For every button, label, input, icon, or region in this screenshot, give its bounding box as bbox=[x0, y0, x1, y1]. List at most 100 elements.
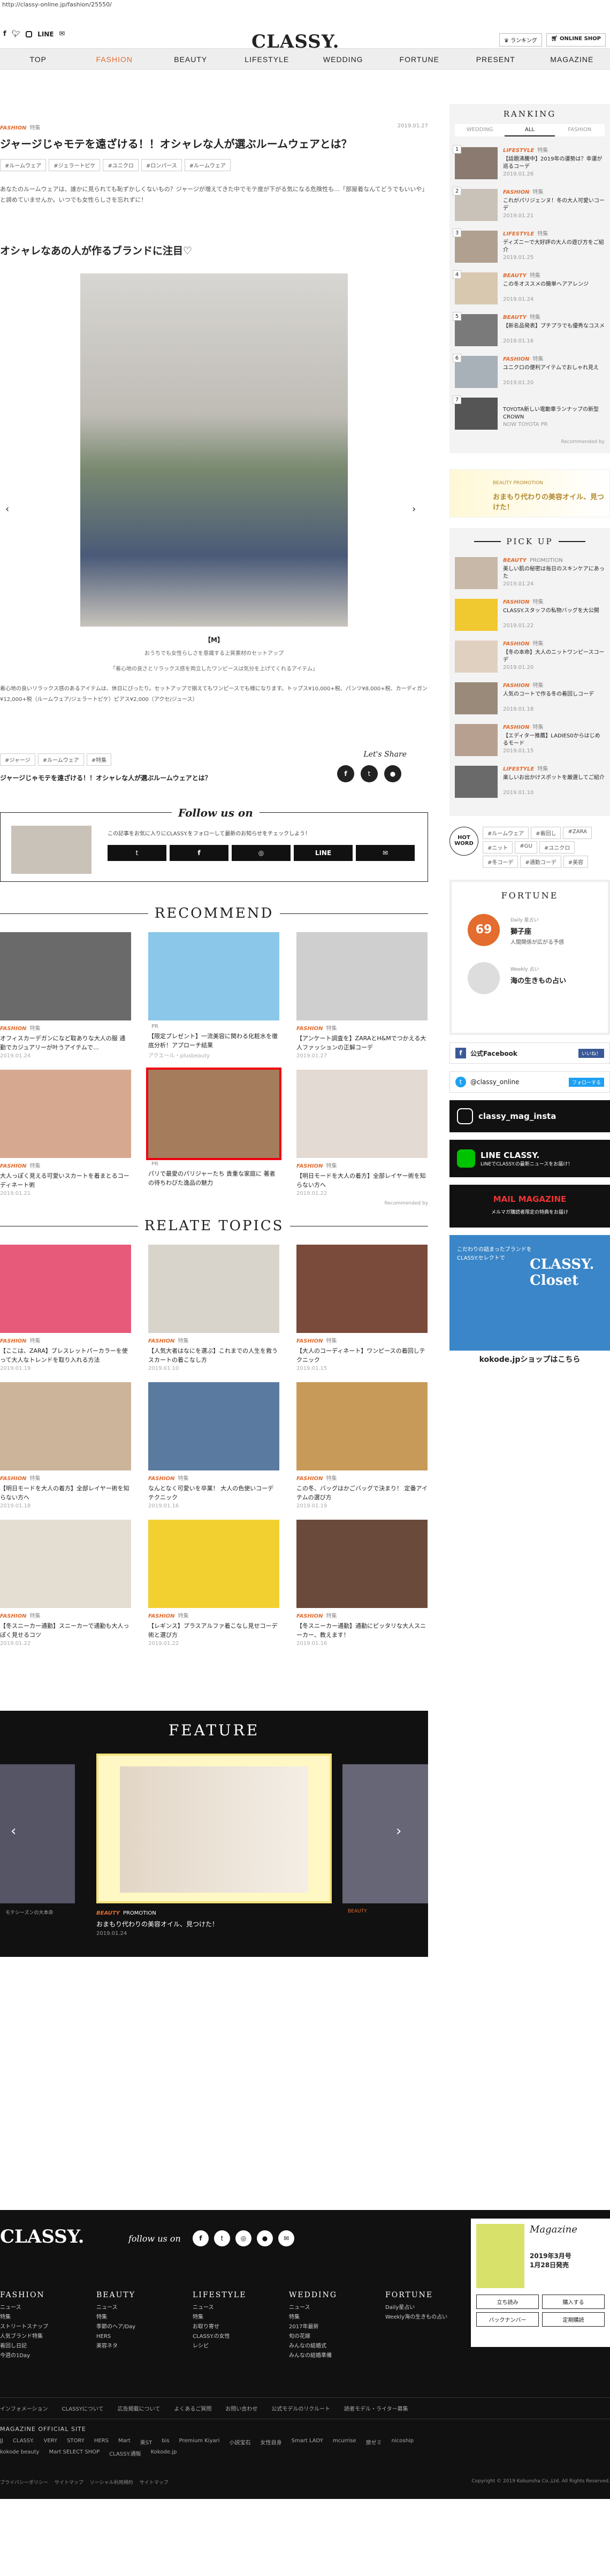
twitter-widget[interactable]: t @classy_online フォローする bbox=[449, 1071, 610, 1093]
card-category[interactable]: FASHION bbox=[0, 1338, 26, 1344]
recommend-card-image[interactable] bbox=[146, 1068, 281, 1160]
official-site-link[interactable]: Smart LADY bbox=[292, 2438, 323, 2446]
pickup-item[interactable]: LIFESTYLE 特集 楽しいお出かけスポットを厳選してご紹介 2019.01.10 bbox=[455, 766, 605, 798]
card-title[interactable]: 【ここは、ZARA】ブレスレットパーカラーを使って大人なトレンドを取り入れる方法 bbox=[0, 1346, 131, 1365]
hot-word-tag[interactable]: #通勤コーデ bbox=[520, 856, 561, 868]
official-site-link[interactable]: nicoship bbox=[392, 2438, 414, 2446]
relate-card[interactable]: FASHION 特集 【人気大者はなにを選ぶ】これまでの人生を救うスカートの着こなし… bbox=[148, 1245, 279, 1371]
relate-card[interactable]: FASHION 特集 【レギンス】プラスアルファ着こなし見せコーデ術と選び方 2019… bbox=[148, 1520, 279, 1647]
footer-logo[interactable]: CLASSY. bbox=[0, 2226, 84, 2247]
card-title[interactable]: 【冬スニーカー通勤】スニーカーで通勤も大人っぽく見せるコツ bbox=[0, 1621, 131, 1640]
slider-prev-arrow-icon[interactable]: ‹ bbox=[5, 504, 9, 515]
slider-next-arrow-icon[interactable]: › bbox=[412, 504, 416, 515]
follow-mail-button[interactable]: ✉ bbox=[356, 845, 415, 861]
tag[interactable]: #ジャージ bbox=[0, 753, 35, 766]
item-title[interactable]: これがパリジェンヌ！冬の大人可愛いコーデ bbox=[503, 197, 605, 212]
footer-link[interactable]: みんなの結婚準備 bbox=[289, 2351, 385, 2361]
tag[interactable]: #ユニクロ bbox=[103, 159, 139, 171]
official-site-link[interactable]: JJ bbox=[0, 2438, 3, 2446]
recommend-card[interactable]: FASHION 特集 【明日モードを大人の着方】全部レイヤー術を知らない方へ 2019… bbox=[296, 1070, 428, 1196]
official-site-link[interactable]: Mart SELECT SHOP bbox=[49, 2449, 100, 2457]
footer-link[interactable]: CLASSYについて bbox=[62, 2404, 104, 2412]
item-title[interactable]: ユニクロの便利アイテムでおしゃれ見え bbox=[503, 364, 605, 379]
card-subcategory[interactable]: 特集 bbox=[29, 1613, 40, 1619]
hot-word-tag[interactable]: #冬コーデ bbox=[483, 856, 518, 868]
footer-bottom-link[interactable]: サイトマップ bbox=[55, 2479, 83, 2486]
footer-facebook-icon[interactable]: f bbox=[193, 2230, 209, 2246]
card-subcategory[interactable]: 特集 bbox=[29, 1163, 40, 1169]
recommend-card-image[interactable] bbox=[296, 932, 428, 1020]
card-subcategory[interactable]: 特集 bbox=[29, 1476, 40, 1482]
footer-twitter-icon[interactable]: t bbox=[214, 2230, 230, 2246]
hot-word-tag[interactable]: #着回し bbox=[531, 827, 561, 839]
footer-bottom-link[interactable]: プライバシーポリシー bbox=[0, 2479, 48, 2486]
tag[interactable]: #ルームウェア bbox=[0, 159, 47, 171]
tag[interactable]: #ルームウェア bbox=[37, 753, 84, 766]
item-thumbnail[interactable] bbox=[455, 557, 498, 589]
footer-link[interactable]: ニュース bbox=[0, 2303, 96, 2313]
ranking-button[interactable]: ♛ ランキング bbox=[499, 33, 542, 47]
recommend-card[interactable]: FASHION 特集 【アンケート調査を】ZARAとH&Mでつかえる大人ファッション… bbox=[296, 932, 428, 1059]
card-category[interactable]: FASHION bbox=[0, 1163, 26, 1169]
card-title[interactable]: この冬、バッグはかごバッグで決まり！ 定番アイテムの選び方 bbox=[296, 1484, 428, 1502]
pickup-item[interactable]: FASHION 特集 CLASSY.スタッフの私物バッグを大公開 2019.01.22 bbox=[455, 599, 605, 631]
follow-line-button[interactable]: LINE bbox=[294, 845, 353, 861]
tag[interactable]: #ルームウェア bbox=[184, 159, 231, 171]
footer-instagram-icon[interactable]: ◎ bbox=[235, 2230, 251, 2246]
card-category[interactable]: FASHION bbox=[296, 1163, 323, 1169]
official-site-link[interactable]: CLASSY. bbox=[13, 2438, 34, 2446]
footer-link[interactable]: 人気ブランド特集 bbox=[0, 2332, 96, 2342]
instagram-icon[interactable] bbox=[26, 31, 33, 37]
item-thumbnail[interactable] bbox=[455, 724, 498, 756]
relate-card[interactable]: FASHION 特集 この冬、バッグはかごバッグで決まり！ 定番アイテムの選び方 20… bbox=[296, 1382, 428, 1509]
card-title[interactable]: 大人っぽく見える可愛いスカートを着まとるコーディネート術 bbox=[0, 1171, 131, 1190]
card-title[interactable]: オフィスカーデガンになど取ありな大人の服 通勤でカジュアリーが叶うアイテムで… bbox=[0, 1034, 131, 1052]
feature-headline[interactable]: おまもり代わりの美容オイル、見つけた！ bbox=[96, 1919, 218, 1929]
card-title[interactable]: 【人気大者はなにを選ぶ】これまでの人生を救うスカートの着こなし方 bbox=[148, 1346, 279, 1365]
nav-present[interactable]: PRESENT bbox=[458, 49, 534, 69]
line-link[interactable]: LINE bbox=[37, 31, 54, 38]
footer-link[interactable]: 美容ネタ bbox=[96, 2342, 193, 2351]
card-subcategory[interactable]: 特集 bbox=[326, 1163, 337, 1169]
official-site-link[interactable]: CLASSY.通販 bbox=[109, 2449, 141, 2457]
pickup-item[interactable]: FASHION 特集 【エディター推薦】LADIES0からはじめるモード 2019.0… bbox=[455, 724, 605, 756]
footer-link[interactable]: 特集 bbox=[289, 2313, 385, 2322]
share-facebook-icon[interactable]: f bbox=[337, 765, 354, 782]
relate-card-image[interactable] bbox=[148, 1245, 279, 1333]
footer-mail-icon[interactable]: ✉ bbox=[278, 2230, 294, 2246]
footer-link[interactable]: 2017年最新 bbox=[289, 2322, 385, 2332]
hot-word-tag[interactable]: #ニット bbox=[483, 841, 513, 853]
relate-card[interactable]: FASHION 特集 なんとなく可愛いを卒業！ 大人の色使いコーデテクニック 2019… bbox=[148, 1382, 279, 1509]
tag[interactable]: #ロンパース bbox=[141, 159, 182, 171]
card-subcategory[interactable]: 特集 bbox=[178, 1338, 188, 1344]
relate-card[interactable]: FASHION 特集 【大人のコーディネート】ワンピースの着回しテクニック 2019.… bbox=[296, 1245, 428, 1371]
footer-column-title[interactable]: BEAUTY bbox=[96, 2290, 193, 2300]
ranking-item[interactable]: 2 FASHION 特集 これがパリジェンヌ！冬の大人可愛いコーデ 2019.01.21 bbox=[453, 187, 605, 221]
item-thumbnail[interactable] bbox=[455, 147, 498, 179]
card-title[interactable]: パリで最愛のパリジャーたち 貴重な家庭に 著者の待ちわびた逸品の魅力 bbox=[148, 1169, 279, 1187]
hot-word-tag[interactable]: #ユニクロ bbox=[539, 841, 575, 853]
footer-link[interactable]: 特集 bbox=[0, 2313, 96, 2322]
footer-link[interactable]: 特集 bbox=[96, 2313, 193, 2322]
relate-card[interactable]: FASHION 特集 【ここは、ZARA】ブレスレットパーカラーを使って大人なトレン… bbox=[0, 1245, 131, 1371]
ranking-item[interactable]: 3 LIFESTYLE 特集 ディズニーで大好評の大人の遊び方をご紹介 2019.01.… bbox=[453, 228, 605, 263]
ranking-item[interactable]: 1 LIFESTYLE 特集 【話題沸騰中】2019年の運勢は？幸運が巡るコーデ 201… bbox=[453, 145, 605, 179]
tag[interactable]: #ジェラートピケ bbox=[49, 159, 101, 171]
ranking-item[interactable]: 7 TOYOTA新しい電動車ランナップの新型CROWN NOW TOYOTA PR bbox=[453, 395, 605, 430]
item-title[interactable]: 楽しいお出かけスポットを厳選してご紹介 bbox=[503, 774, 605, 789]
footer-link[interactable]: インフォメーション bbox=[0, 2404, 48, 2412]
card-subcategory[interactable]: 特集 bbox=[326, 1026, 337, 1032]
magazine-subscribe-button[interactable]: 定期購読 bbox=[542, 2312, 605, 2327]
pickup-item[interactable]: FASHION 特集 人気のコートで作る冬の着回しコーデ 2019.01.18 bbox=[455, 682, 605, 714]
official-site-link[interactable]: kokode beauty bbox=[0, 2449, 40, 2457]
card-subcategory[interactable]: 特集 bbox=[178, 1476, 188, 1482]
footer-link[interactable]: 読者モデル・ライター募集 bbox=[344, 2404, 408, 2412]
footer-line-icon[interactable]: ● bbox=[257, 2230, 273, 2246]
follow-facebook-button[interactable]: f bbox=[170, 845, 228, 861]
card-subcategory[interactable]: 特集 bbox=[178, 1613, 188, 1619]
footer-link[interactable]: HERS bbox=[96, 2332, 193, 2342]
ranking-tab-all[interactable]: ALL bbox=[505, 124, 555, 136]
recommend-card-image[interactable] bbox=[148, 932, 279, 1020]
footer-link[interactable]: お問い合わせ bbox=[225, 2404, 257, 2412]
nav-fortune[interactable]: FORTUNE bbox=[382, 49, 458, 69]
